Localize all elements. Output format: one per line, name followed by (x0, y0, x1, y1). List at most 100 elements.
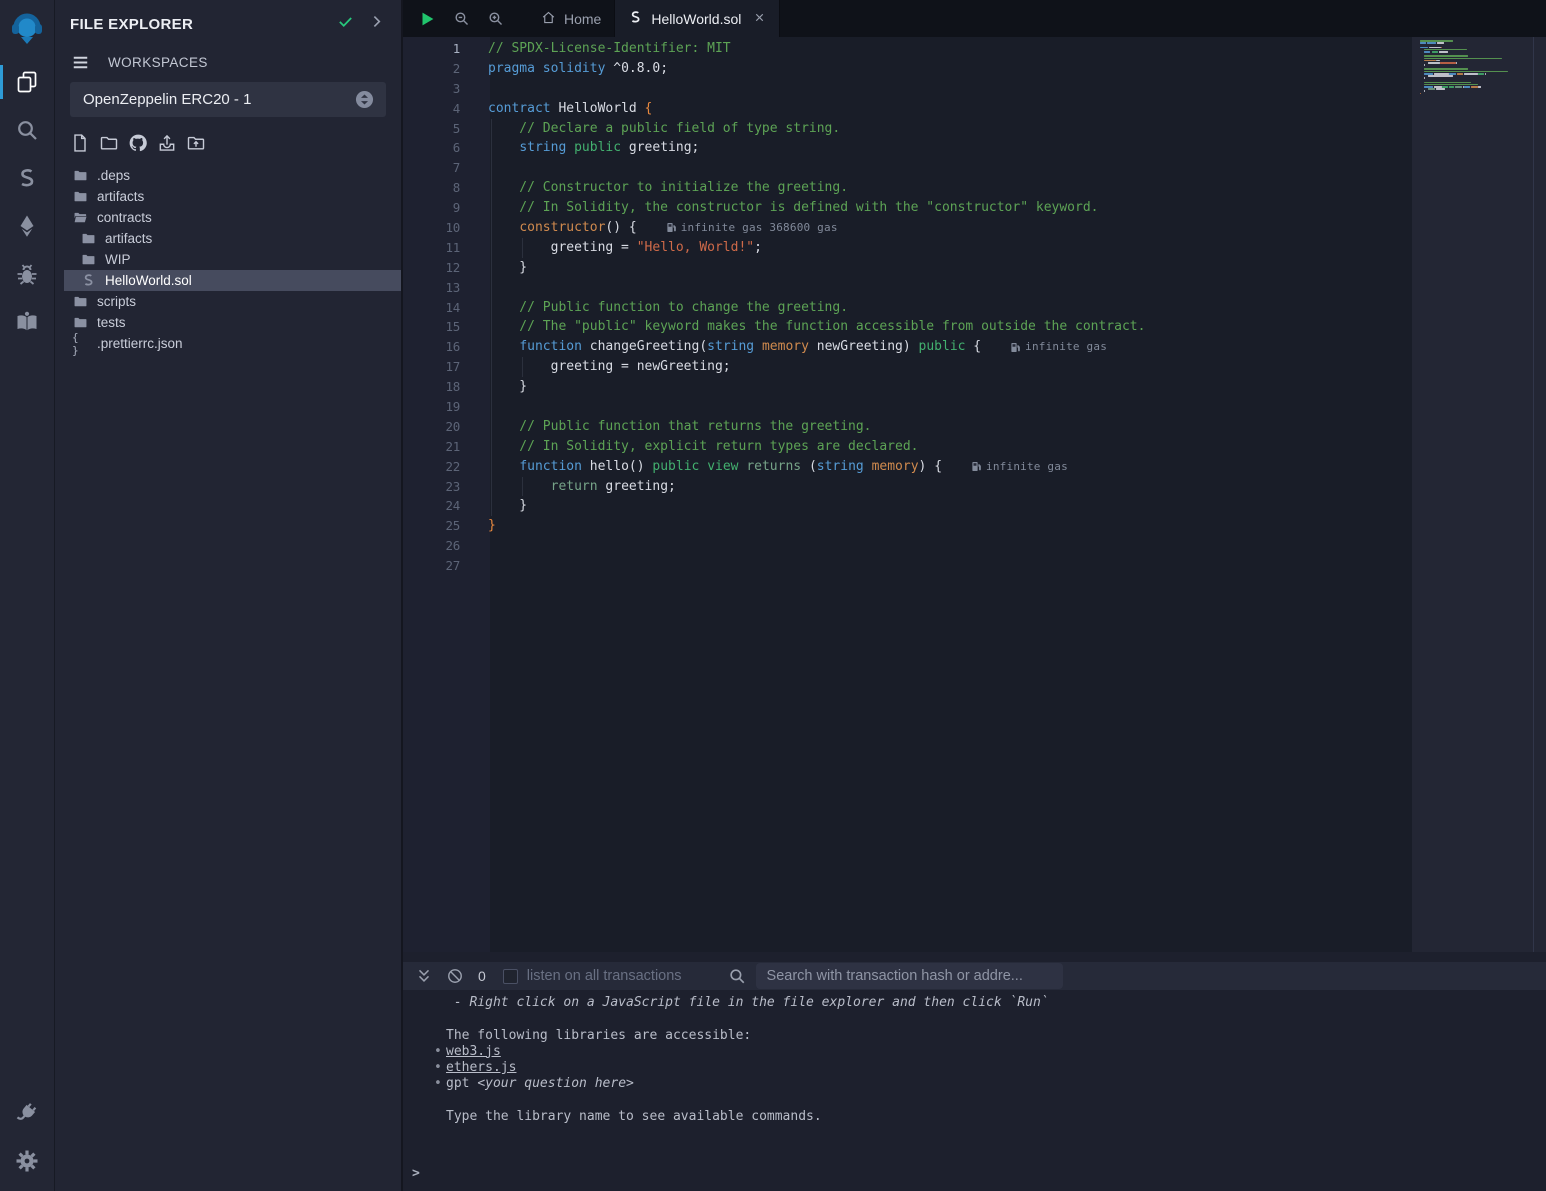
code-line[interactable]: 1// SPDX-License-Identifier: MIT (403, 39, 1412, 59)
tab-helloworld-label: HelloWorld.sol (651, 11, 741, 27)
code-line[interactable]: 25} (403, 516, 1412, 536)
line-number: 19 (403, 397, 460, 417)
tree-item-helloworld-sol[interactable]: HelloWorld.sol (64, 270, 401, 291)
code-line[interactable]: 2pragma solidity ^0.8.0; (403, 59, 1412, 79)
file-explorer-icon[interactable] (0, 58, 55, 106)
code-line[interactable]: 20 // Public function that returns the g… (403, 417, 1412, 437)
code-text: string public greeting; (488, 138, 699, 158)
terminal-text: <your question here> (477, 1076, 634, 1091)
remix-logo-icon[interactable] (0, 0, 55, 58)
code-text: // In Solidity, explicit return types ar… (488, 437, 918, 457)
terminal-prompt[interactable]: > (412, 1166, 420, 1182)
listen-transactions-checkbox[interactable] (503, 969, 518, 984)
terminal-text: Type the library name to see available c… (446, 1109, 822, 1124)
terminal-output: interface - Right click on a JavaScript … (403, 990, 1546, 1191)
learneth-icon[interactable] (0, 298, 55, 346)
code-text: function changeGreeting(string memory ne… (488, 337, 1107, 357)
close-tab-icon[interactable] (753, 11, 766, 27)
workspace-name: OpenZeppelin ERC20 - 1 (83, 91, 251, 108)
line-number: 11 (403, 238, 460, 258)
code-line[interactable]: 17 greeting = newGreeting; (403, 357, 1412, 377)
indent-guide (491, 457, 492, 477)
search-icon[interactable] (0, 106, 55, 154)
code-line[interactable]: 18 } (403, 377, 1412, 397)
code-line[interactable]: 16 function changeGreeting(string memory… (403, 337, 1412, 357)
line-number: 23 (403, 477, 460, 497)
line-number: 1 (403, 39, 460, 59)
code-line[interactable]: 26 (403, 536, 1412, 556)
minimap[interactable] (1420, 40, 1524, 99)
solidity-file-icon (628, 10, 643, 28)
solidity-compiler-icon[interactable] (0, 154, 55, 202)
code-line[interactable]: 7 (403, 158, 1412, 178)
tree-item-artifacts[interactable]: artifacts (64, 228, 401, 249)
code-line[interactable]: 27 (403, 556, 1412, 576)
indent-guide (491, 437, 492, 457)
code-text: } (488, 377, 527, 397)
code-line[interactable]: 11 greeting = "Hello, World!"; (403, 238, 1412, 258)
code-line[interactable]: 5 // Declare a public field of type stri… (403, 119, 1412, 139)
transaction-search-input[interactable] (756, 963, 1063, 989)
code-line[interactable]: 9 // In Solidity, the constructor is def… (403, 198, 1412, 218)
new-folder-icon[interactable] (99, 133, 119, 153)
line-number: 18 (403, 377, 460, 397)
chevron-right-icon[interactable] (368, 13, 385, 35)
code-line[interactable]: 3 (403, 79, 1412, 99)
code-editor[interactable]: 1// SPDX-License-Identifier: MIT2pragma … (403, 37, 1546, 952)
run-script-button[interactable] (410, 0, 444, 37)
terminal-link[interactable]: ethers.js (446, 1060, 516, 1075)
tab-home[interactable]: Home (528, 0, 614, 37)
tree-item-contracts[interactable]: contracts (64, 207, 401, 228)
code-line[interactable]: 6 string public greeting; (403, 138, 1412, 158)
code-line[interactable]: 10 constructor() {infinite gas 368600 ga… (403, 218, 1412, 238)
code-line[interactable]: 15 // The "public" keyword makes the fun… (403, 317, 1412, 337)
code-line[interactable]: 21 // In Solidity, explicit return types… (403, 437, 1412, 457)
tree-item--prettierrc-json[interactable]: { }.prettierrc.json (64, 333, 401, 354)
line-number: 9 (403, 198, 460, 218)
line-number: 27 (403, 556, 460, 576)
code-text: contract HelloWorld { (488, 99, 652, 119)
hamburger-menu-icon[interactable] (71, 53, 90, 72)
terminal-text: gpt (446, 1076, 477, 1091)
code-line[interactable]: 19 (403, 397, 1412, 417)
code-line[interactable]: 24 } (403, 496, 1412, 516)
tree-item--deps[interactable]: .deps (64, 165, 401, 186)
plugin-manager-icon[interactable] (0, 1089, 55, 1137)
new-file-icon[interactable] (70, 133, 90, 153)
line-number: 21 (403, 437, 460, 457)
workspace-stepper-icon[interactable] (355, 90, 374, 109)
code-line[interactable]: 23 return greeting; (403, 477, 1412, 497)
workspace-select[interactable]: OpenZeppelin ERC20 - 1 (70, 82, 386, 117)
code-line[interactable]: 13 (403, 278, 1412, 298)
expand-terminal-icon[interactable] (415, 967, 433, 985)
clone-github-icon[interactable] (128, 133, 148, 153)
line-number: 14 (403, 298, 460, 318)
code-line[interactable]: 22 function hello() public view returns … (403, 457, 1412, 477)
zoom-in-button[interactable] (478, 0, 512, 37)
terminal-lines: interface - Right click on a JavaScript … (446, 990, 1546, 1125)
line-number: 10 (403, 218, 460, 238)
terminal-link[interactable]: web3.js (446, 1044, 501, 1059)
code-line[interactable]: 8 // Constructor to initialize the greet… (403, 178, 1412, 198)
indent-guide (491, 178, 492, 198)
upload-file-icon[interactable] (157, 133, 177, 153)
settings-icon[interactable] (0, 1137, 55, 1185)
clear-console-icon[interactable] (446, 967, 464, 985)
code-line[interactable]: 14 // Public function to change the gree… (403, 298, 1412, 318)
activity-bar-top (0, 0, 55, 346)
tree-item-artifacts[interactable]: artifacts (64, 186, 401, 207)
deploy-run-icon[interactable] (0, 202, 55, 250)
accept-check-icon[interactable] (337, 13, 354, 35)
upload-folder-icon[interactable] (186, 133, 206, 153)
indent-guide (491, 397, 492, 417)
code-line[interactable]: 12 } (403, 258, 1412, 278)
tree-item-scripts[interactable]: scripts (64, 291, 401, 312)
terminal-line: •gpt <your question here> (446, 1076, 1546, 1092)
tab-helloworld-sol[interactable]: HelloWorld.sol (614, 0, 780, 37)
tree-item-wip[interactable]: WIP (64, 249, 401, 270)
zoom-out-button[interactable] (444, 0, 478, 37)
code-line[interactable]: 4contract HelloWorld { (403, 99, 1412, 119)
debugger-icon[interactable] (0, 250, 55, 298)
gas-estimate-annotation: infinite gas (972, 457, 1068, 477)
tree-item-tests[interactable]: tests (64, 312, 401, 333)
